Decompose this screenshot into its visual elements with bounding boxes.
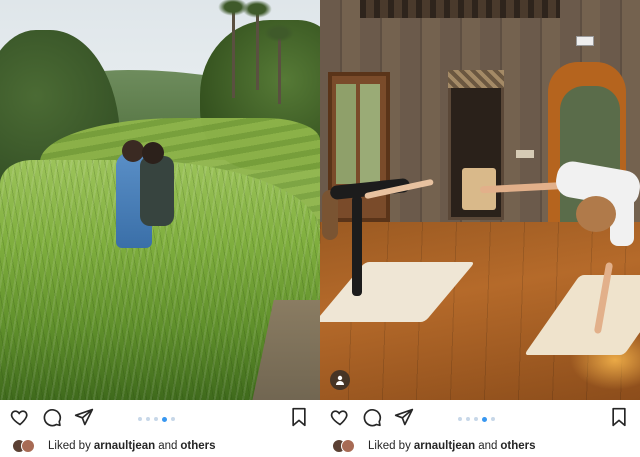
air-vent bbox=[576, 36, 594, 46]
man-head bbox=[142, 142, 164, 164]
carousel-dot bbox=[171, 417, 175, 421]
palm-tree bbox=[264, 24, 294, 104]
carousel-dot bbox=[154, 417, 158, 421]
thatched-ceiling bbox=[360, 0, 560, 18]
liked-by-others[interactable]: others bbox=[500, 440, 535, 452]
carousel-indicator bbox=[458, 416, 508, 422]
liked-by-row[interactable]: Liked by arnaultjean and others bbox=[332, 437, 536, 455]
carousel-indicator bbox=[138, 416, 188, 422]
liked-by-prefix: Liked by bbox=[48, 440, 91, 452]
carousel-dot bbox=[146, 417, 150, 421]
carousel-dot-active bbox=[482, 416, 487, 422]
comment-icon[interactable] bbox=[40, 405, 64, 429]
liked-by-username[interactable]: arnaultjean bbox=[94, 440, 155, 452]
carousel-dot bbox=[458, 417, 462, 421]
liked-by-others[interactable]: others bbox=[180, 440, 215, 452]
comment-icon[interactable] bbox=[360, 405, 384, 429]
carousel-dot bbox=[491, 417, 495, 421]
heart-icon[interactable] bbox=[328, 405, 352, 429]
man-dark-shirt bbox=[140, 156, 174, 226]
liked-by-prefix: Liked by bbox=[368, 440, 411, 452]
palm-tree bbox=[218, 0, 248, 98]
heart-icon[interactable] bbox=[8, 405, 32, 429]
door-glass-pane bbox=[360, 84, 380, 184]
carousel-dot bbox=[474, 417, 478, 421]
carousel-dot bbox=[138, 417, 142, 421]
paper-plane-icon[interactable] bbox=[392, 405, 416, 429]
paper-plane-icon[interactable] bbox=[72, 405, 96, 429]
wall-outlet bbox=[516, 150, 534, 158]
carved-lintel bbox=[448, 70, 504, 88]
liker-avatars bbox=[332, 438, 362, 454]
post-photo-rice-terrace[interactable] bbox=[0, 0, 320, 400]
post-photo-yoga-room[interactable] bbox=[320, 0, 640, 400]
carousel-dot-active bbox=[162, 416, 167, 422]
instagram-post-left: Liked by arnaultjean and others bbox=[0, 0, 320, 457]
liked-by-username[interactable]: arnaultjean bbox=[414, 440, 475, 452]
palm-tree bbox=[242, 0, 272, 90]
liked-by-row[interactable]: Liked by arnaultjean and others bbox=[12, 437, 216, 455]
liker-avatars bbox=[12, 438, 42, 454]
bookmark-icon[interactable] bbox=[287, 405, 311, 429]
door-glass-pane bbox=[336, 84, 356, 184]
avatar bbox=[341, 439, 355, 453]
couple-kissing bbox=[112, 140, 178, 250]
avatar bbox=[21, 439, 35, 453]
liked-by-and: and bbox=[158, 440, 178, 452]
carousel-dot bbox=[466, 417, 470, 421]
bookmark-icon[interactable] bbox=[607, 405, 631, 429]
instagram-post-right: Liked by arnaultjean and others bbox=[320, 0, 640, 457]
woman-standing-leg bbox=[352, 196, 362, 296]
liked-by-and: and bbox=[478, 440, 498, 452]
woman-head bbox=[122, 140, 144, 162]
person-icon[interactable] bbox=[330, 370, 350, 390]
man-head bbox=[576, 196, 616, 232]
